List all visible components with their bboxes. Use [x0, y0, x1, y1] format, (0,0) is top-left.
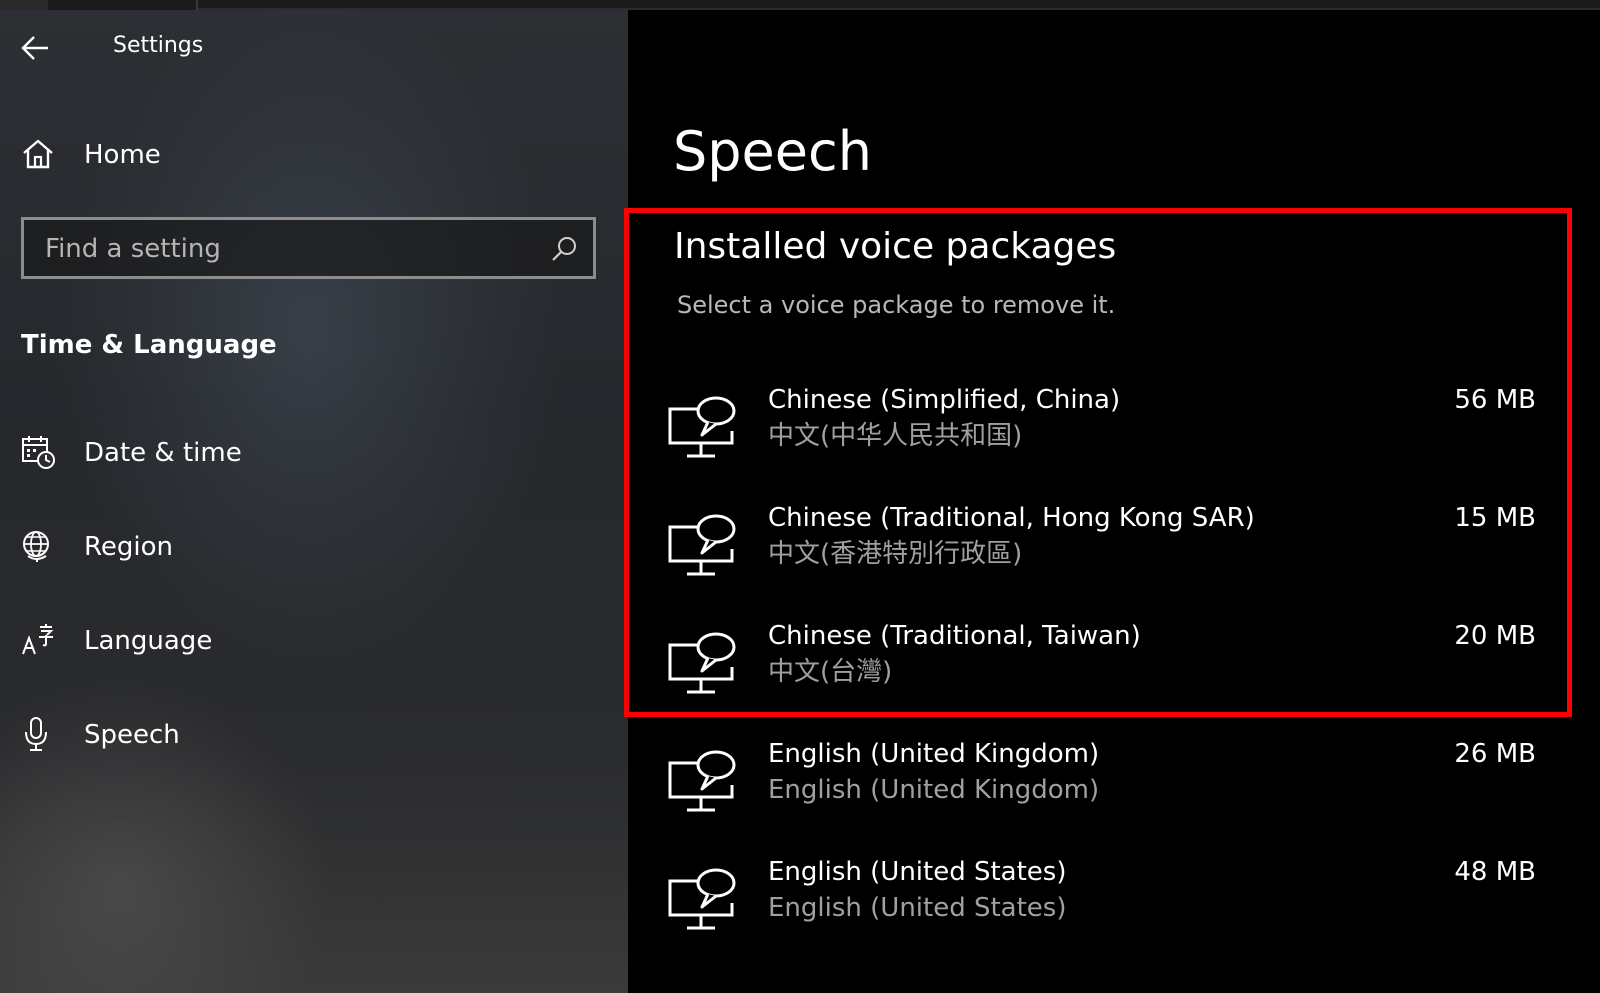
voice-package-name: English (United Kingdom): [768, 739, 1100, 769]
sidebar-item-label: Speech: [84, 720, 180, 750]
voice-package-name: Chinese (Simplified, China): [768, 385, 1121, 415]
voice-package-icon: [668, 509, 740, 581]
search-input[interactable]: Find a setting: [21, 217, 596, 279]
title-bar: Settings: [0, 10, 628, 80]
sidebar-item-label: Home: [84, 140, 161, 170]
voice-package-icon: [668, 391, 740, 463]
settings-window: Settings Home Find a setting Time & Lang…: [0, 0, 1600, 993]
section-header: Time & Language: [21, 330, 277, 360]
taskbar-strip: [0, 0, 1600, 10]
main-content: Speech Installed voice packages Select a…: [624, 10, 1600, 993]
voice-package-size: 26 MB: [1454, 739, 1536, 769]
voice-package-name: Chinese (Traditional, Hong Kong SAR): [768, 503, 1255, 533]
back-arrow-icon: [21, 36, 48, 60]
home-icon: [20, 136, 56, 172]
search-icon[interactable]: [549, 234, 579, 264]
voice-package-native-name: 中文(台灣): [768, 657, 893, 687]
globe-icon: [20, 528, 56, 564]
sidebar-item-region[interactable]: Region: [0, 514, 628, 578]
sidebar-item-date-time[interactable]: Date & time: [0, 420, 628, 484]
voice-package-icon: [668, 745, 740, 817]
sidebar-item-speech[interactable]: Speech: [0, 702, 628, 766]
voice-package-icon: [668, 627, 740, 699]
section-title: Installed voice packages: [674, 226, 1117, 267]
voice-package-size: 56 MB: [1454, 385, 1536, 415]
voice-package-native-name: English (United States): [768, 893, 1067, 923]
sidebar-item-label: Date & time: [84, 438, 242, 468]
language-icon: [20, 622, 56, 658]
voice-package-size: 48 MB: [1454, 857, 1536, 887]
voice-package-size: 15 MB: [1454, 503, 1536, 533]
voice-package-item[interactable]: Chinese (Traditional, Hong Kong SAR) 中文(…: [668, 501, 1566, 601]
voice-package-native-name: 中文(香港特別行政區): [768, 539, 1023, 569]
calendar-clock-icon: [20, 434, 56, 470]
voice-package-name: English (United States): [768, 857, 1067, 887]
voice-package-item[interactable]: English (United States) English (United …: [668, 855, 1566, 955]
voice-package-size: 20 MB: [1454, 621, 1536, 651]
search-placeholder: Find a setting: [45, 234, 221, 264]
back-button[interactable]: [18, 28, 58, 68]
microphone-icon: [20, 716, 56, 752]
voice-package-native-name: 中文(中华人民共和国): [768, 421, 1023, 451]
voice-package-item[interactable]: Chinese (Simplified, China) 中文(中华人民共和国) …: [668, 383, 1566, 483]
section-description: Select a voice package to remove it.: [677, 291, 1116, 319]
voice-package-name: Chinese (Traditional, Taiwan): [768, 621, 1141, 651]
sidebar-item-home[interactable]: Home: [0, 122, 628, 186]
sidebar: Settings Home Find a setting Time & Lang…: [0, 10, 628, 993]
voice-package-item[interactable]: English (United Kingdom) English (United…: [668, 737, 1566, 837]
voice-package-item[interactable]: Chinese (Traditional, Taiwan) 中文(台灣) 20 …: [668, 619, 1566, 719]
app-title: Settings: [113, 33, 204, 58]
page-title: Speech: [673, 120, 872, 183]
voice-package-native-name: English (United Kingdom): [768, 775, 1100, 805]
voice-package-icon: [668, 863, 740, 935]
sidebar-item-language[interactable]: Language: [0, 608, 628, 672]
sidebar-item-label: Language: [84, 626, 213, 656]
sidebar-item-label: Region: [84, 532, 174, 562]
